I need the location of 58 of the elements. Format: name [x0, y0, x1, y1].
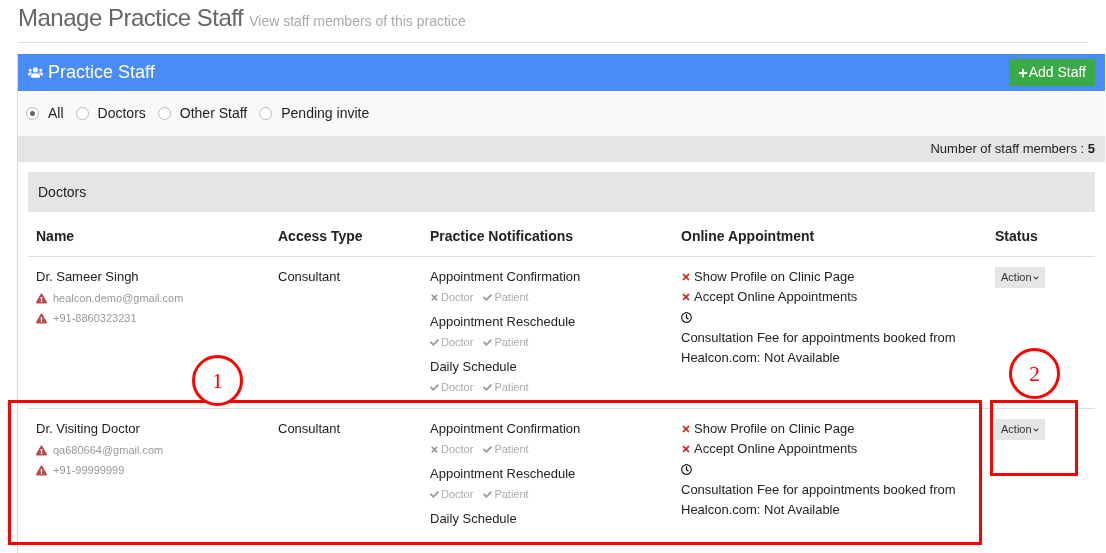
filter-radio[interactable]: Other Staff	[157, 103, 248, 124]
notification-title: Daily Schedule	[430, 358, 517, 376]
staff-name: Dr. Visiting Doctor	[36, 420, 140, 438]
column-header: Online Appointment	[681, 228, 815, 244]
warning-icon	[36, 292, 47, 304]
staff-email: healcon.demo@gmail.com	[53, 291, 184, 306]
page-title: Manage Practice Staff	[18, 3, 244, 33]
annotation-number: 2	[1029, 360, 1040, 388]
filter-radio[interactable]: Pending invite	[259, 103, 370, 124]
notification-title: Appointment Confirmation	[430, 420, 581, 438]
notification-flag: Patient	[483, 287, 529, 307]
notification-flag: Doctor	[430, 439, 474, 459]
notification-title: Appointment Reschedule	[430, 313, 576, 331]
notification-flag: Patient	[483, 332, 529, 352]
access-type: Consultant	[278, 421, 341, 436]
column-header: Name	[36, 228, 75, 244]
column-header: Access Type	[278, 228, 363, 244]
action-button[interactable]: Action	[995, 267, 1045, 288]
page-subtitle: View staff members of this practice	[249, 12, 466, 31]
notification-flag: Doctor	[430, 332, 474, 352]
access-type: Consultant	[278, 269, 341, 284]
panel-title: Practice Staff	[48, 61, 155, 84]
notification-title: Appointment Confirmation	[430, 268, 581, 286]
filter-radio[interactable]: Doctors	[75, 103, 146, 124]
warning-icon	[36, 312, 47, 324]
online-option: Accept Online Appointments	[694, 439, 858, 459]
notification-title: Appointment Reschedule	[430, 465, 576, 483]
column-header: Practice Notifications	[430, 228, 574, 244]
staff-phone: +91-8860323231	[53, 311, 137, 326]
staff-email: qa680664@gmail.com	[53, 443, 164, 458]
notification-flag: Patient	[483, 439, 529, 459]
column-header: Status	[995, 228, 1038, 244]
action-button[interactable]: Action	[995, 419, 1045, 440]
staff-name: Dr. Sameer Singh	[36, 268, 139, 286]
annotation-number: 1	[212, 367, 223, 395]
clock-icon	[681, 464, 692, 475]
warning-icon	[36, 444, 47, 456]
staff-phone: +91-99999999	[53, 463, 125, 478]
notification-flag: Doctor	[430, 484, 474, 504]
notification-flag: Patient	[483, 377, 529, 397]
consultation-fee: Consultation Fee for appointments booked from Healcon.com: Not Available	[681, 329, 957, 367]
filter-radio[interactable]: All	[26, 103, 64, 124]
staff-count: Number of staff members : 5	[930, 140, 1095, 159]
clock-icon	[681, 312, 692, 323]
chevron-down-icon	[1032, 426, 1039, 433]
group-title: Doctors	[38, 182, 87, 202]
online-option: Show Profile on Clinic Page	[694, 267, 855, 287]
users-icon	[28, 65, 43, 80]
online-option: Accept Online Appointments	[694, 287, 858, 307]
chevron-down-icon	[1032, 274, 1039, 281]
notification-flag: Doctor	[430, 377, 474, 397]
notification-flag: Patient	[483, 484, 529, 504]
online-option: Show Profile on Clinic Page	[694, 419, 855, 439]
notification-flag: Doctor	[430, 287, 474, 307]
notification-title: Daily Schedule	[430, 510, 517, 528]
plus-icon	[1017, 67, 1028, 78]
warning-icon	[36, 464, 47, 476]
consultation-fee: Consultation Fee for appointments booked from Healcon.com: Not Available	[681, 481, 957, 519]
